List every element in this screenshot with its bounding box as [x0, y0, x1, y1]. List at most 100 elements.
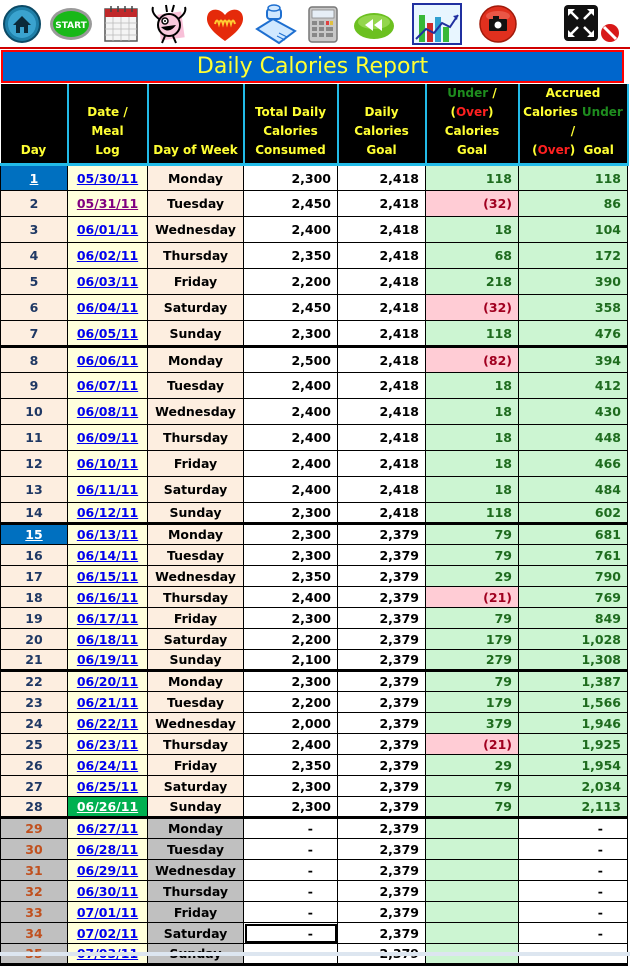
meal-log-link[interactable]: 07/01/11	[77, 905, 138, 920]
total-consumed-cell[interactable]: 2,300	[243, 775, 338, 797]
day-cell[interactable]: 4	[0, 242, 68, 269]
meal-log-link[interactable]: 06/09/11	[77, 430, 138, 445]
calendar-icon[interactable]	[101, 4, 141, 44]
total-consumed-cell[interactable]: 2,300	[243, 502, 338, 525]
meal-log-link[interactable]: 06/26/11	[77, 799, 138, 814]
total-consumed-cell[interactable]: 2,300	[243, 164, 338, 191]
day-cell[interactable]: 9	[0, 372, 68, 399]
meal-log-link[interactable]: 06/19/11	[77, 652, 138, 667]
meal-log-link[interactable]: 06/25/11	[77, 779, 138, 794]
meal-log-link[interactable]: 06/13/11	[77, 527, 138, 542]
total-consumed-cell[interactable]: 2,300	[243, 796, 338, 819]
rewind-icon[interactable]	[352, 4, 396, 44]
total-consumed-cell[interactable]: 2,200	[243, 268, 338, 295]
day-cell[interactable]: 11	[0, 424, 68, 451]
day-cell[interactable]: 33	[0, 901, 68, 923]
meal-log-link[interactable]: 06/21/11	[77, 695, 138, 710]
total-consumed-cell[interactable]: -	[243, 880, 338, 902]
day-cell[interactable]: 23	[0, 691, 68, 713]
start-icon[interactable]: START	[48, 4, 94, 44]
day-cell[interactable]: 14	[0, 502, 68, 525]
meal-log-link[interactable]: 06/12/11	[77, 505, 138, 520]
meal-log-link[interactable]: 07/02/11	[77, 926, 138, 941]
meal-log-link[interactable]: 06/29/11	[77, 863, 138, 878]
day-cell[interactable]: 21	[0, 649, 68, 672]
total-consumed-cell[interactable]: 2,400	[243, 372, 338, 399]
meal-log-link[interactable]: 06/04/11	[77, 300, 138, 315]
total-consumed-cell[interactable]: -	[243, 838, 338, 860]
total-consumed-cell[interactable]: 2,350	[243, 242, 338, 269]
day-cell[interactable]: 29	[0, 817, 68, 839]
meal-log-link[interactable]: 06/20/11	[77, 674, 138, 689]
total-consumed-cell[interactable]: -	[243, 817, 338, 839]
day-cell[interactable]: 10	[0, 398, 68, 425]
total-consumed-cell[interactable]: 2,300	[243, 607, 338, 629]
meal-log-link[interactable]: 06/08/11	[77, 404, 138, 419]
meal-log-link[interactable]: 06/06/11	[77, 353, 138, 368]
day-cell[interactable]: 15	[0, 523, 68, 545]
meal-log-link[interactable]: 06/28/11	[77, 842, 138, 857]
happy-face-icon[interactable]	[145, 4, 193, 44]
day-cell[interactable]: 18	[0, 586, 68, 608]
total-consumed-cell[interactable]: -	[243, 859, 338, 881]
meal-log-link[interactable]: 06/27/11	[77, 821, 138, 836]
day-cell[interactable]: 12	[0, 450, 68, 477]
meal-log-link[interactable]: 06/11/11	[77, 482, 138, 497]
day-cell[interactable]: 26	[0, 754, 68, 776]
chart-icon[interactable]	[412, 3, 462, 45]
total-consumed-cell[interactable]: 2,300	[243, 544, 338, 566]
total-consumed-cell[interactable]: 2,400	[243, 216, 338, 243]
total-consumed-cell[interactable]: 2,400	[243, 424, 338, 451]
total-consumed-cell[interactable]: 2,300	[243, 523, 338, 545]
total-consumed-cell[interactable]: 2,200	[243, 628, 338, 650]
meal-log-link[interactable]: 06/17/11	[77, 611, 138, 626]
meal-log-link[interactable]: 06/30/11	[77, 884, 138, 899]
day-cell[interactable]: 5	[0, 268, 68, 295]
meal-log-link[interactable]: 05/30/11	[77, 171, 138, 186]
total-consumed-cell[interactable]: 2,450	[243, 294, 338, 321]
meal-log-link[interactable]: 06/18/11	[77, 632, 138, 647]
day-cell[interactable]: 2	[0, 190, 68, 217]
calculator-icon[interactable]	[303, 4, 343, 44]
total-consumed-cell[interactable]: 2,400	[243, 586, 338, 608]
total-consumed-cell[interactable]: 2,350	[243, 565, 338, 587]
scale-icon[interactable]	[253, 4, 299, 45]
total-consumed-cell[interactable]: 2,200	[243, 691, 338, 713]
day-cell[interactable]: 28	[0, 796, 68, 819]
meal-log-link[interactable]: 06/10/11	[77, 456, 138, 471]
day-cell[interactable]: 6	[0, 294, 68, 321]
day-cell[interactable]: 13	[0, 476, 68, 503]
total-consumed-cell[interactable]: 2,400	[243, 450, 338, 477]
total-consumed-cell[interactable]: 2,350	[243, 754, 338, 776]
day-cell[interactable]: 17	[0, 565, 68, 587]
day-cell[interactable]: 24	[0, 712, 68, 734]
total-consumed-cell[interactable]: 2,400	[243, 476, 338, 503]
day-cell[interactable]: 20	[0, 628, 68, 650]
camera-icon[interactable]	[478, 4, 518, 44]
day-cell[interactable]: 19	[0, 607, 68, 629]
day-cell[interactable]: 32	[0, 880, 68, 902]
meal-log-link[interactable]: 06/22/11	[77, 716, 138, 731]
day-cell[interactable]: 30	[0, 838, 68, 860]
day-cell[interactable]: 7	[0, 320, 68, 348]
total-consumed-cell[interactable]: 2,400	[243, 398, 338, 425]
day-cell[interactable]: 16	[0, 544, 68, 566]
meal-log-link[interactable]: 06/24/11	[77, 758, 138, 773]
flaming-heart-icon[interactable]	[202, 4, 248, 44]
meal-log-link[interactable]: 06/03/11	[77, 274, 138, 289]
total-consumed-cell[interactable]: 2,500	[243, 346, 338, 373]
meal-log-link[interactable]: 05/31/11	[77, 196, 138, 211]
fullscreen-off-icon[interactable]	[550, 4, 624, 44]
total-consumed-cell[interactable]: 2,450	[243, 190, 338, 217]
total-consumed-cell[interactable]: 2,100	[243, 649, 338, 672]
meal-log-link[interactable]: 06/07/11	[77, 378, 138, 393]
day-cell[interactable]: 27	[0, 775, 68, 797]
day-cell[interactable]: 31	[0, 859, 68, 881]
home-icon[interactable]	[2, 4, 42, 44]
meal-log-link[interactable]: 06/23/11	[77, 737, 138, 752]
total-consumed-cell[interactable]: 2,300	[243, 320, 338, 348]
meal-log-link[interactable]: 06/14/11	[77, 548, 138, 563]
day-cell[interactable]: 34	[0, 922, 68, 944]
meal-log-link[interactable]: 06/05/11	[77, 326, 138, 341]
day-cell[interactable]: 8	[0, 346, 68, 373]
